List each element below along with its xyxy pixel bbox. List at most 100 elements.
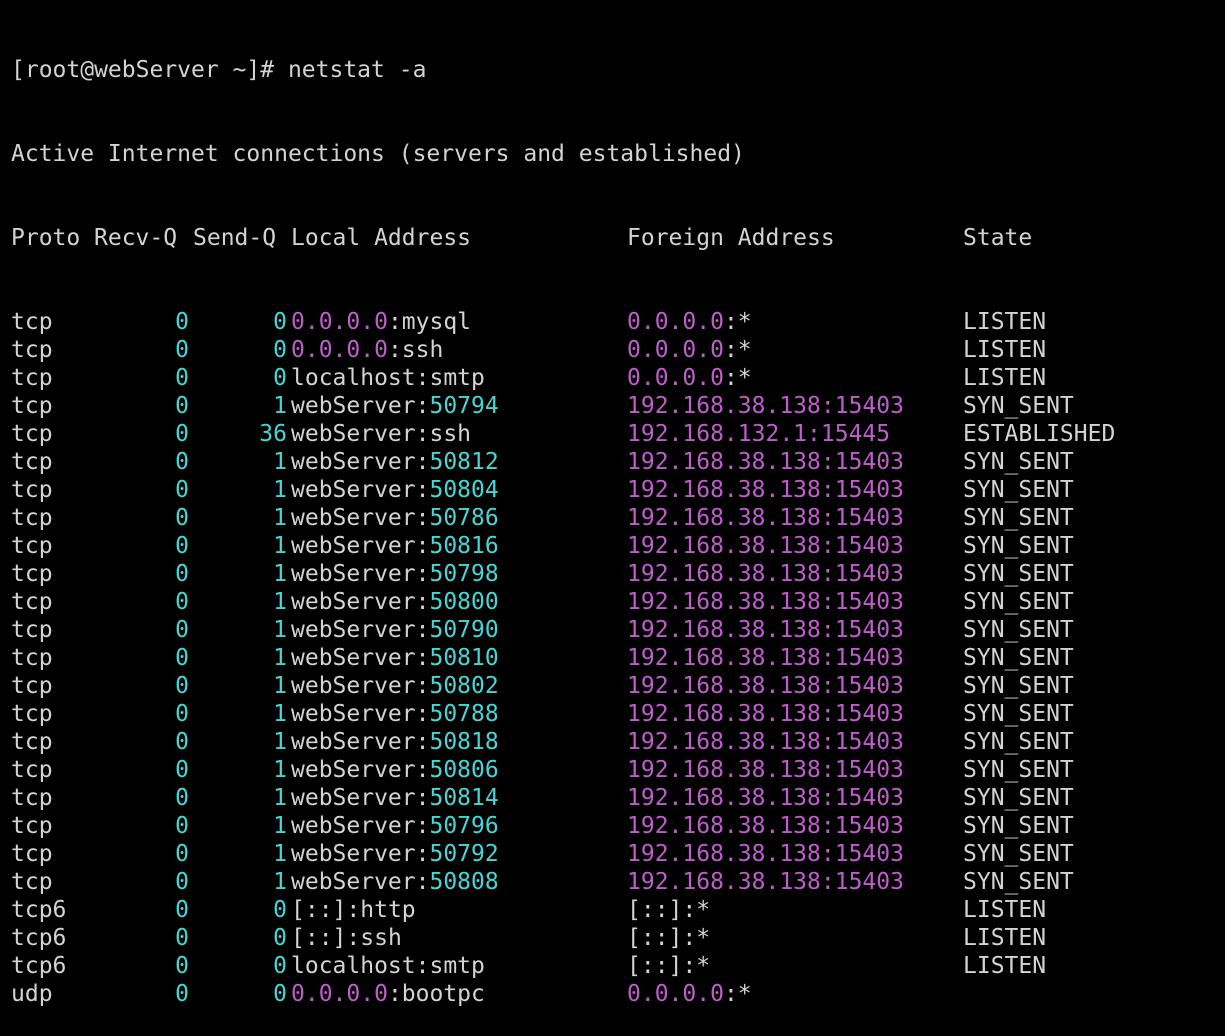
- local-host: webServer: [291, 617, 416, 643]
- cell-sendq: 0: [273, 365, 287, 391]
- cell-state: SYN_SENT: [963, 701, 1074, 727]
- address-separator: :: [820, 645, 835, 671]
- address-separator: :: [820, 729, 835, 755]
- local-port: 50788: [429, 701, 499, 727]
- foreign-port: 15403: [834, 757, 904, 783]
- local-port: 50802: [429, 673, 499, 699]
- local-host: 0.0.0.0: [291, 981, 388, 1007]
- local-port: 50790: [429, 617, 499, 643]
- cell-local-address: webServer:50786: [291, 504, 499, 532]
- local-port: 50808: [429, 869, 499, 895]
- foreign-port: 15403: [834, 701, 904, 727]
- cell-local-address: 0.0.0.0:ssh: [291, 336, 443, 364]
- foreign-host: 192.168.38.138: [627, 505, 821, 531]
- table-row: tcp 0 1 webServer:50800 192.168.38.138:15403…: [11, 588, 1225, 616]
- address-separator: :: [820, 841, 835, 867]
- table-row: tcp6 0 0 [::]:http [::]:* LISTEN: [11, 896, 1225, 924]
- address-separator: :: [820, 869, 835, 895]
- local-port: bootpc: [401, 981, 485, 1007]
- foreign-port: 15403: [834, 561, 904, 587]
- cell-sendq: 1: [273, 617, 287, 643]
- foreign-port: 15403: [834, 617, 904, 643]
- cell-state: LISTEN: [963, 365, 1047, 391]
- cell-foreign-address: 192.168.38.138:15403: [627, 448, 904, 476]
- cell-foreign-address: 192.168.38.138:15403: [627, 840, 904, 868]
- table-row: tcp 0 1 webServer:50794 192.168.38.138:15403…: [11, 392, 1225, 420]
- cell-proto: tcp: [11, 701, 53, 727]
- cell-proto: tcp: [11, 813, 53, 839]
- cell-state: SYN_SENT: [963, 533, 1074, 559]
- column-header-foreign-address: Foreign Address: [627, 225, 835, 251]
- table-row: tcp 0 1 webServer:50788 192.168.38.138:15403…: [11, 700, 1225, 728]
- address-separator: :: [820, 561, 835, 587]
- foreign-port: *: [737, 309, 752, 335]
- foreign-host: 192.168.38.138: [627, 869, 821, 895]
- cell-proto: tcp: [11, 729, 53, 755]
- cell-local-address: webServer:ssh: [291, 420, 471, 448]
- local-host: webServer: [291, 729, 416, 755]
- foreign-port: *: [737, 337, 752, 363]
- address-separator: :: [415, 701, 430, 727]
- column-header-sendq: Send-Q: [193, 225, 277, 251]
- cell-sendq: 1: [273, 589, 287, 615]
- address-separator: :: [682, 925, 697, 951]
- cell-state: SYN_SENT: [963, 617, 1074, 643]
- local-host: 0.0.0.0: [291, 337, 388, 363]
- table-row: tcp 0 1 webServer:50798 192.168.38.138:15403…: [11, 560, 1225, 588]
- cell-state: SYN_SENT: [963, 393, 1074, 419]
- address-separator: :: [820, 393, 835, 419]
- local-port: 50814: [429, 785, 499, 811]
- local-host: webServer: [291, 757, 416, 783]
- cell-recvq: 0: [175, 337, 189, 363]
- cell-recvq: 0: [175, 785, 189, 811]
- address-separator: :: [415, 841, 430, 867]
- table-row: tcp 0 1 webServer:50802 192.168.38.138:15403…: [11, 672, 1225, 700]
- cell-recvq: 0: [175, 729, 189, 755]
- local-port: 50818: [429, 729, 499, 755]
- cell-local-address: [::]:ssh: [291, 924, 402, 952]
- address-separator: :: [346, 897, 361, 923]
- local-host: webServer: [291, 701, 416, 727]
- local-host: 0.0.0.0: [291, 309, 388, 335]
- address-separator: :: [415, 813, 430, 839]
- cell-proto: tcp: [11, 841, 53, 867]
- table-row: tcp 0 1 webServer:50804 192.168.38.138:15403…: [11, 476, 1225, 504]
- foreign-port: *: [696, 897, 711, 923]
- cell-recvq: 0: [175, 673, 189, 699]
- netstat-heading-line: Active Internet connections (servers and…: [11, 140, 1225, 168]
- cell-local-address: webServer:50794: [291, 392, 499, 420]
- foreign-port: 15403: [834, 841, 904, 867]
- local-port: ssh: [429, 421, 472, 447]
- local-port: smtp: [429, 365, 485, 391]
- cell-recvq: 0: [175, 477, 189, 503]
- foreign-port: 15403: [834, 869, 904, 895]
- cell-sendq: 1: [273, 645, 287, 671]
- cell-sendq: 1: [273, 757, 287, 783]
- terminal-window[interactable]: [root@webServer ~]# netstat -a Active In…: [0, 0, 1225, 1007]
- cell-sendq: 1: [273, 785, 287, 811]
- table-row: tcp6 0 0 [::]:ssh [::]:* LISTEN: [11, 924, 1225, 952]
- local-host: webServer: [291, 673, 416, 699]
- cell-local-address: 0.0.0.0:mysql: [291, 308, 471, 336]
- cell-sendq: 1: [273, 561, 287, 587]
- cell-sendq: 1: [273, 813, 287, 839]
- cell-foreign-address: 0.0.0.0:*: [627, 364, 752, 392]
- local-port: ssh: [360, 925, 402, 951]
- local-host: webServer: [291, 561, 416, 587]
- local-host: webServer: [291, 785, 416, 811]
- cell-proto: tcp: [11, 757, 53, 783]
- cell-sendq: 1: [273, 673, 287, 699]
- address-separator: :: [820, 477, 835, 503]
- cell-foreign-address: 0.0.0.0:*: [627, 336, 752, 364]
- foreign-port: 15445: [820, 421, 891, 447]
- command-prompt-line: [root@webServer ~]# netstat -a: [11, 56, 1225, 84]
- cell-state: SYN_SENT: [963, 449, 1074, 475]
- cell-proto: tcp: [11, 449, 53, 475]
- address-separator: :: [387, 337, 402, 363]
- local-host: webServer: [291, 813, 416, 839]
- cell-foreign-address: 192.168.38.138:15403: [627, 672, 904, 700]
- foreign-host: 0.0.0.0: [627, 981, 724, 1007]
- address-separator: :: [723, 337, 738, 363]
- cell-state: SYN_SENT: [963, 589, 1074, 615]
- table-row: tcp 0 36 webServer:ssh 192.168.132.1:15445 ES…: [11, 420, 1225, 448]
